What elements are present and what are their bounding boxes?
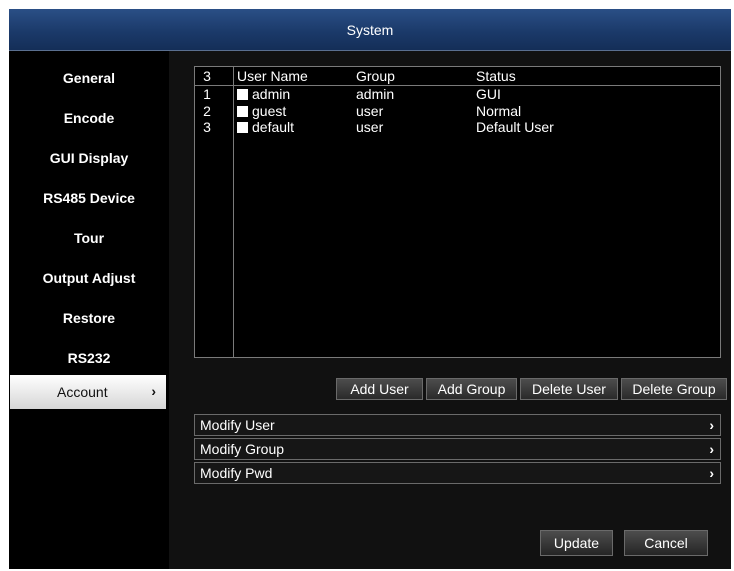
- table-row[interactable]: 3 default user Default User: [195, 119, 720, 135]
- sidebar-item-encode[interactable]: Encode: [9, 100, 169, 136]
- column-header-status: Status: [476, 68, 516, 84]
- user-name-cell: admin: [237, 86, 290, 102]
- status-cell: GUI: [476, 86, 501, 102]
- add-group-button[interactable]: Add Group: [426, 378, 517, 400]
- option-label: Modify Group: [200, 441, 285, 457]
- sidebar-item-label: General: [62, 70, 116, 86]
- sidebar-item-general[interactable]: General: [9, 60, 169, 96]
- user-table: 3 User Name Group Status 1 admin admin G…: [194, 66, 721, 358]
- option-label: Modify User: [200, 417, 275, 433]
- sidebar-item-gui-display[interactable]: GUI Display: [9, 140, 169, 176]
- sidebar-item-rs485-device[interactable]: RS485 Device: [9, 180, 169, 216]
- group-cell: user: [356, 103, 384, 119]
- row-number: 3: [203, 119, 211, 135]
- chevron-right-icon: ›: [151, 383, 156, 399]
- user-name-cell: guest: [237, 103, 286, 119]
- modify-user-row[interactable]: Modify User ›: [194, 414, 721, 436]
- sidebar-item-label: RS485 Device: [43, 190, 135, 206]
- modify-group-row[interactable]: Modify Group ›: [194, 438, 721, 460]
- row-number: 1: [203, 86, 211, 102]
- chevron-right-icon: ›: [709, 465, 714, 481]
- table-row[interactable]: 1 admin admin GUI: [195, 86, 720, 102]
- table-row[interactable]: 2 guest user Normal: [195, 103, 720, 119]
- sidebar-item-tour[interactable]: Tour: [9, 220, 169, 256]
- table-header: 3 User Name Group Status: [195, 67, 720, 86]
- sidebar-item-label: GUI Display: [49, 150, 129, 166]
- sidebar-item-label: RS232: [67, 350, 111, 366]
- column-header-user-name: User Name: [237, 68, 308, 84]
- status-cell: Normal: [476, 103, 522, 119]
- sidebar-item-label: Tour: [73, 230, 105, 246]
- chevron-right-icon: ›: [709, 441, 714, 457]
- title-bar: System: [9, 9, 731, 50]
- sidebar-item-label: Output Adjust: [42, 270, 136, 286]
- checkbox[interactable]: [237, 122, 248, 133]
- delete-user-button[interactable]: Delete User: [520, 378, 618, 400]
- update-button[interactable]: Update: [540, 530, 613, 556]
- delete-group-button[interactable]: Delete Group: [621, 378, 727, 400]
- sidebar-item-account[interactable]: Account ›: [10, 375, 166, 409]
- group-cell: admin: [356, 86, 395, 102]
- user-name-cell: default: [237, 119, 294, 135]
- checkbox[interactable]: [237, 106, 248, 117]
- sidebar-item-restore[interactable]: Restore: [9, 300, 169, 336]
- column-header-group: Group: [356, 68, 395, 84]
- group-cell: user: [356, 119, 384, 135]
- status-cell: Default User: [476, 119, 554, 135]
- system-window: System General Encode GUI Display RS485 …: [9, 9, 731, 569]
- window-title: System: [346, 21, 394, 38]
- chevron-right-icon: ›: [709, 417, 714, 433]
- sidebar-item-output-adjust[interactable]: Output Adjust: [9, 260, 169, 296]
- sidebar-item-label: Account: [57, 384, 108, 400]
- checkbox[interactable]: [237, 89, 248, 100]
- account-panel: 3 User Name Group Status 1 admin admin G…: [169, 51, 731, 569]
- user-name: default: [252, 119, 295, 135]
- option-label: Modify Pwd: [200, 465, 273, 481]
- user-name: admin: [252, 86, 291, 102]
- sidebar: General Encode GUI Display RS485 Device …: [9, 51, 169, 569]
- user-count: 3: [203, 68, 211, 84]
- add-user-button[interactable]: Add User: [336, 378, 423, 400]
- cancel-button[interactable]: Cancel: [624, 530, 708, 556]
- sidebar-item-label: Encode: [63, 110, 115, 126]
- row-number: 2: [203, 103, 211, 119]
- sidebar-item-rs232[interactable]: RS232: [9, 340, 169, 376]
- modify-pwd-row[interactable]: Modify Pwd ›: [194, 462, 721, 484]
- sidebar-item-label: Restore: [62, 310, 116, 326]
- user-name: guest: [252, 103, 287, 119]
